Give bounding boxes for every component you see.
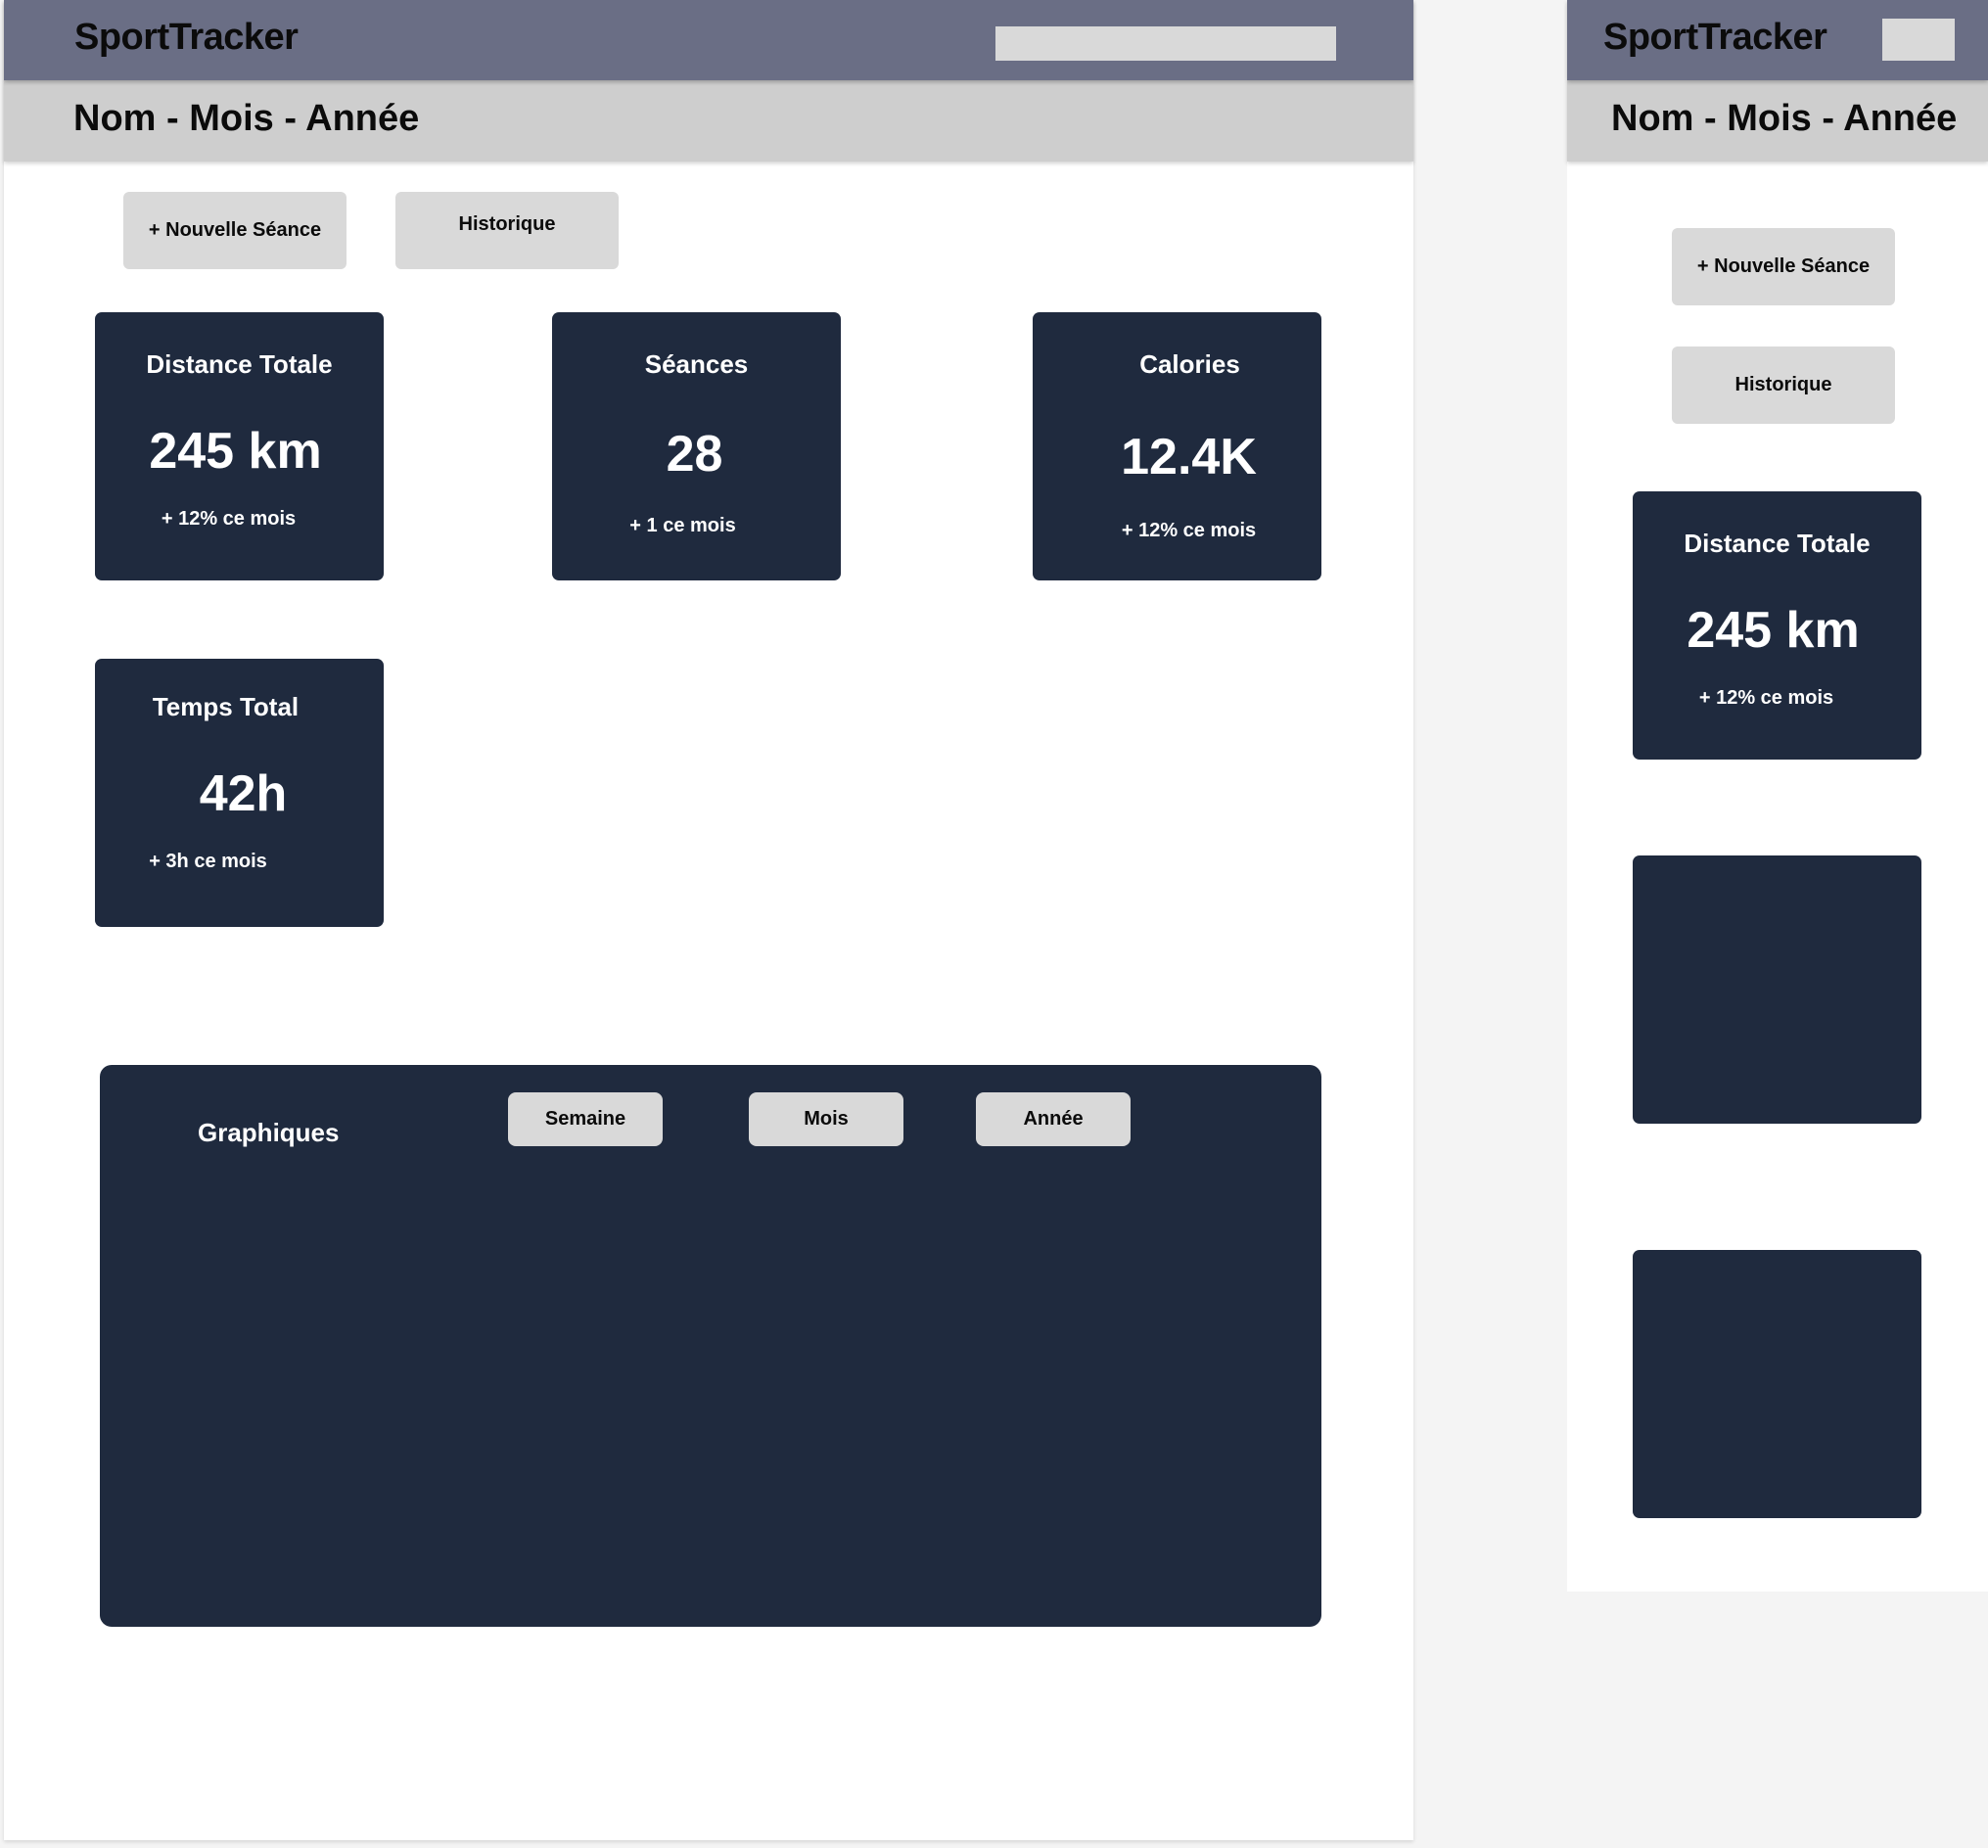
tab-month[interactable]: Mois xyxy=(749,1092,903,1146)
desktop-frame: SportTracker Nom - Mois - Année + Nouvel… xyxy=(4,0,1413,1840)
stat-change: + 12% ce mois xyxy=(161,508,297,530)
charts-panel: Graphiques Semaine Mois Année xyxy=(100,1065,1321,1627)
tab-year[interactable]: Année xyxy=(976,1092,1131,1146)
stat-card-distance-mobile: Distance Totale 245 km + 12% ce mois xyxy=(1633,491,1921,760)
page-subheader: Nom - Mois - Année xyxy=(4,80,1413,162)
stat-change: + 12% ce mois xyxy=(1121,520,1257,541)
app-brand[interactable]: SportTracker xyxy=(1603,17,1827,59)
page-title: Nom - Mois - Année xyxy=(73,98,420,139)
stat-value: 245 km xyxy=(1687,602,1860,659)
stat-card-distance: Distance Totale 245 km + 12% ce mois xyxy=(95,312,384,580)
new-session-button[interactable]: + Nouvelle Séance xyxy=(1672,228,1895,305)
stat-value: 42h xyxy=(199,765,288,822)
menu-button[interactable] xyxy=(1882,19,1955,61)
stat-card-placeholder xyxy=(1633,855,1921,1124)
mobile-frame: SportTracker Nom - Mois - Année + Nouvel… xyxy=(1567,0,1988,1592)
stat-value: 245 km xyxy=(149,423,322,480)
stat-change: + 12% ce mois xyxy=(1698,687,1834,709)
app-header: SportTracker xyxy=(4,0,1413,80)
history-button[interactable]: Historique xyxy=(395,192,619,269)
stat-change: + 1 ce mois xyxy=(629,515,736,536)
stat-value: 12.4K xyxy=(1121,429,1257,485)
stat-card-placeholder xyxy=(1633,1250,1921,1518)
stat-label: Distance Totale xyxy=(146,349,333,379)
stat-label: Séances xyxy=(644,349,749,379)
history-button[interactable]: Historique xyxy=(1672,346,1895,424)
app-brand[interactable]: SportTracker xyxy=(74,17,299,59)
page-title: Nom - Mois - Année xyxy=(1611,98,1958,139)
tab-week[interactable]: Semaine xyxy=(508,1092,663,1146)
stat-card-sessions: Séances 28 + 1 ce mois xyxy=(552,312,841,580)
page-subheader-mobile: Nom - Mois - Année xyxy=(1567,80,1988,162)
stat-value: 28 xyxy=(666,426,723,483)
stat-card-calories: Calories 12.4K + 12% ce mois xyxy=(1033,312,1321,580)
charts-title: Graphiques xyxy=(198,1118,340,1147)
stat-label: Distance Totale xyxy=(1684,529,1871,558)
search-input[interactable] xyxy=(995,26,1336,61)
stat-card-time: Temps Total 42h + 3h ce mois xyxy=(95,659,384,927)
app-header-mobile: SportTracker xyxy=(1567,0,1988,80)
stat-change: + 3h ce mois xyxy=(149,851,267,872)
new-session-button[interactable]: + Nouvelle Séance xyxy=(123,192,347,269)
stat-label: Calories xyxy=(1139,349,1240,379)
stat-label: Temps Total xyxy=(152,692,300,721)
